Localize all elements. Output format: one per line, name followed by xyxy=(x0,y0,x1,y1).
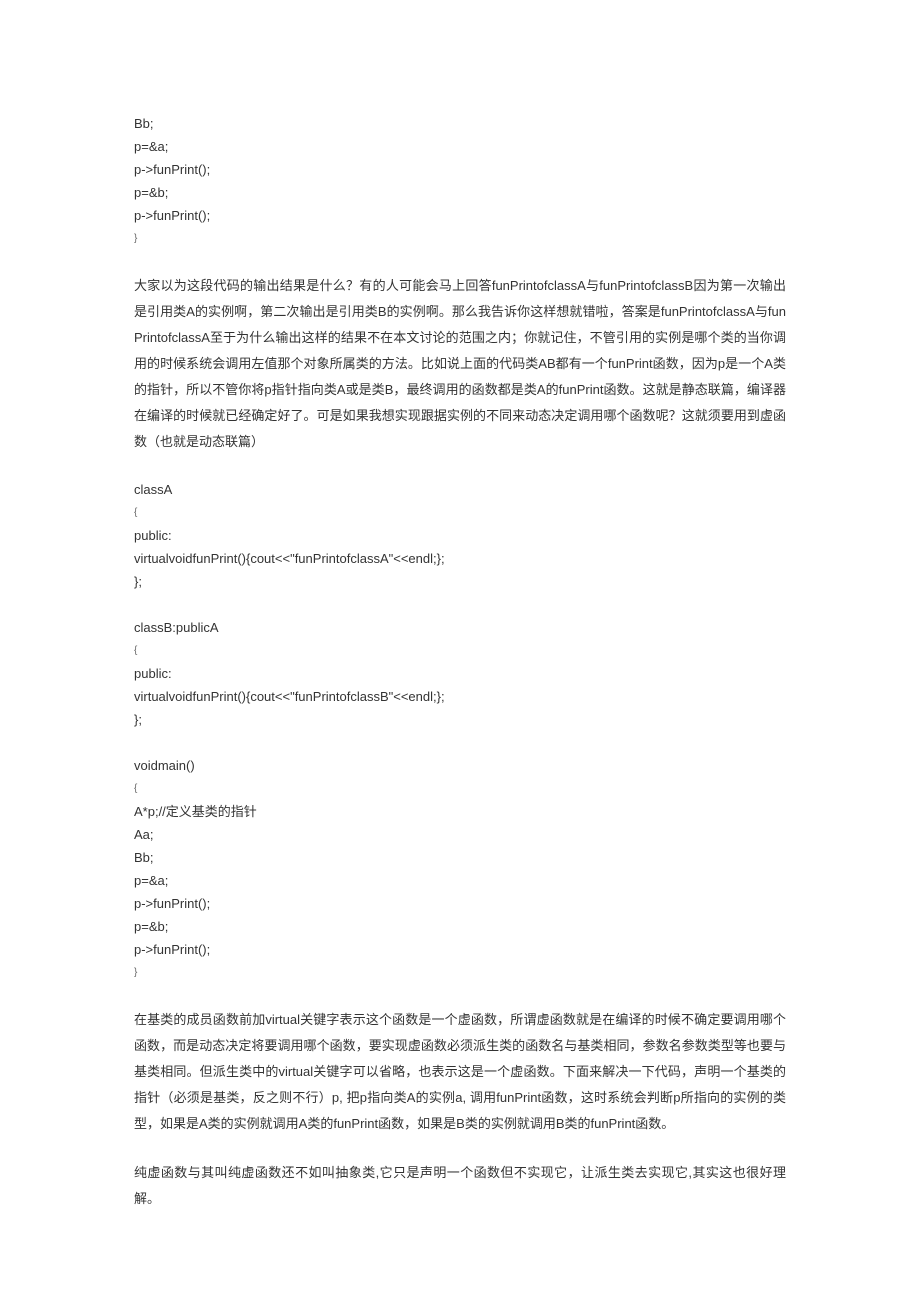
blank-line xyxy=(134,593,786,616)
code-line: }; xyxy=(134,570,786,593)
code-line: p->funPrint(); xyxy=(134,204,786,227)
blank-line xyxy=(134,250,786,273)
code-line: classB:publicA xyxy=(134,616,786,639)
code-line: p=&b; xyxy=(134,915,786,938)
code-line: public: xyxy=(134,662,786,685)
code-line: A*p;//定义基类的指针 xyxy=(134,800,786,823)
code-line: Bb; xyxy=(134,846,786,869)
code-line: p->funPrint(); xyxy=(134,938,786,961)
blank-line xyxy=(134,1137,786,1160)
code-line: { xyxy=(134,777,786,800)
paragraph-text: 纯虚函数与其叫纯虚函数还不如叫抽象类,它只是声明一个函数但不实现它，让派生类去实… xyxy=(134,1160,786,1212)
code-line: p->funPrint(); xyxy=(134,158,786,181)
paragraph-text: 大家以为这段代码的输出结果是什么？有的人可能会马上回答funPrintofcla… xyxy=(134,273,786,455)
code-line: public: xyxy=(134,524,786,547)
code-line: { xyxy=(134,501,786,524)
code-line: p=&b; xyxy=(134,181,786,204)
code-line: p=&a; xyxy=(134,135,786,158)
document-page: Bb;p=&a;p->funPrint();p=&b;p->funPrint()… xyxy=(0,0,920,1272)
blank-line xyxy=(134,455,786,478)
code-line: } xyxy=(134,227,786,250)
code-line: p->funPrint(); xyxy=(134,892,786,915)
code-line: Bb; xyxy=(134,112,786,135)
code-line: { xyxy=(134,639,786,662)
code-line: Aa; xyxy=(134,823,786,846)
blank-line xyxy=(134,731,786,754)
code-line: } xyxy=(134,961,786,984)
paragraph-text: 在基类的成员函数前加virtual关键字表示这个函数是一个虚函数，所谓虚函数就是… xyxy=(134,1007,786,1137)
code-line: }; xyxy=(134,708,786,731)
code-line: virtualvoidfunPrint(){cout<<"funPrintofc… xyxy=(134,547,786,570)
code-line: voidmain() xyxy=(134,754,786,777)
code-line: p=&a; xyxy=(134,869,786,892)
code-line: virtualvoidfunPrint(){cout<<"funPrintofc… xyxy=(134,685,786,708)
code-line: classA xyxy=(134,478,786,501)
blank-line xyxy=(134,984,786,1007)
